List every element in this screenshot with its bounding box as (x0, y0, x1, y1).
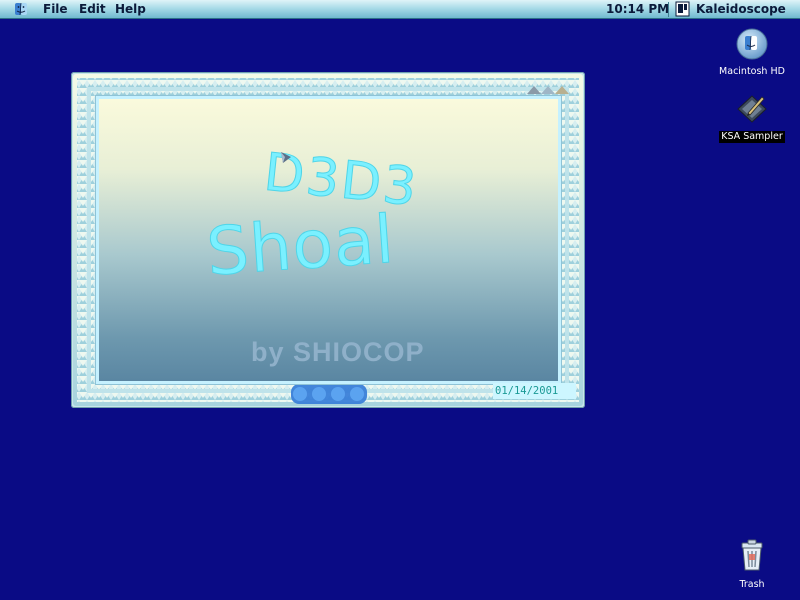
menu-separator (668, 2, 669, 17)
kaleidoscope-app-icon (675, 1, 690, 17)
hard-drive-icon (712, 27, 792, 60)
menu-file[interactable]: File (43, 2, 68, 17)
screensaver-display-panel: D3D3 Shoal by SHIOCOP 01/14/2001 (99, 99, 576, 399)
desktop-icon-label: Macintosh HD (719, 66, 785, 77)
desktop-icon-label: KSA Sampler (719, 131, 785, 143)
application-menu-label: Kaleidoscope (696, 2, 786, 16)
ksa-sampler-icon (712, 91, 792, 124)
desktop-icon-ksa-sampler[interactable]: KSA Sampler (712, 91, 792, 143)
desktop-icon-label: Trash (739, 579, 765, 590)
screensaver-window[interactable]: D3D3 Shoal by SHIOCOP 01/14/2001 (71, 72, 585, 408)
date-display: 01/14/2001 (493, 383, 576, 399)
credit-text: by SHIOCOP (251, 337, 425, 367)
menu-bar: File Edit Help 10:14 PM Kaleidoscope (0, 0, 800, 19)
menu-help[interactable]: Help (115, 2, 146, 17)
apple-menu-icon[interactable] (12, 1, 30, 17)
menu-clock[interactable]: 10:14 PM (606, 2, 669, 17)
desktop-icon-trash[interactable]: Trash (712, 538, 792, 591)
trash-icon (712, 538, 792, 572)
menu-edit[interactable]: Edit (79, 2, 106, 17)
logo-line-2: Shoal (204, 201, 397, 291)
desktop-icon-macintosh-hd[interactable]: Macintosh HD (712, 27, 792, 78)
